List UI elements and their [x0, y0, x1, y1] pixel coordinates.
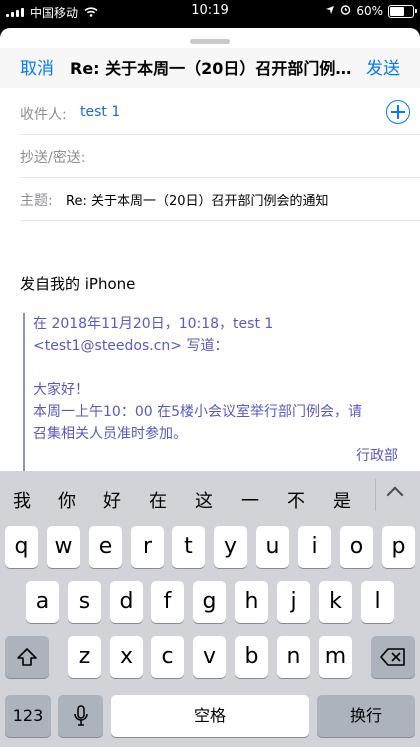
key-s[interactable]: s — [68, 581, 101, 623]
add-recipient-icon[interactable] — [386, 100, 410, 124]
cc-bcc-label: 抄送/密送: — [20, 150, 86, 166]
key-m[interactable]: m — [319, 636, 352, 678]
candidate-word[interactable]: 一 — [241, 487, 259, 513]
quote-header-line1: 在 2018年11月20日，10:18，test 1 — [33, 316, 274, 332]
quote-content-line1: 本周一上午10：00 在5楼小会议室举行部门例会，请 — [33, 404, 362, 420]
key-h[interactable]: h — [235, 581, 268, 623]
send-button[interactable]: 发送 — [366, 54, 400, 79]
backspace-key[interactable] — [371, 636, 415, 678]
candidate-word[interactable]: 这 — [195, 487, 213, 513]
dictation-key[interactable] — [58, 695, 103, 737]
key-w[interactable]: w — [47, 526, 80, 568]
shift-icon — [17, 648, 37, 666]
keyboard: 我 你 好 在 这 一 不 是 q w e r t y u i o p a s … — [0, 471, 420, 747]
sheet-grabber[interactable] — [190, 39, 230, 44]
key-y[interactable]: y — [214, 526, 247, 568]
key-d[interactable]: d — [110, 581, 143, 623]
microphone-icon — [73, 705, 88, 726]
quote-header-line2: <test1@steedos.cn> 写道： — [33, 338, 229, 354]
key-n[interactable]: n — [277, 636, 310, 678]
key-r[interactable]: r — [131, 526, 164, 568]
key-e[interactable]: e — [89, 526, 122, 568]
to-field[interactable]: 收件人: test 1 — [20, 92, 420, 135]
subject-field[interactable]: 主题: Re: 关于本周一（20日）召开部门例会的通知 — [20, 178, 420, 221]
candidate-word[interactable]: 不 — [287, 487, 305, 513]
expand-candidates-icon[interactable] — [386, 486, 404, 504]
cancel-button[interactable]: 取消 — [20, 54, 54, 79]
key-f[interactable]: f — [151, 581, 184, 623]
key-a[interactable]: a — [26, 581, 59, 623]
key-q[interactable]: q — [5, 526, 38, 568]
key-i[interactable]: i — [298, 526, 331, 568]
subject-label: 主题: — [20, 193, 53, 209]
location-icon — [325, 4, 335, 18]
return-key[interactable]: 换行 — [317, 695, 415, 737]
key-k[interactable]: k — [319, 581, 352, 623]
battery-percent: 60% — [356, 4, 383, 18]
cc-bcc-field[interactable]: 抄送/密送: — [20, 135, 420, 178]
candidate-word[interactable]: 在 — [149, 487, 167, 513]
key-l[interactable]: l — [361, 581, 394, 623]
battery-icon — [388, 4, 417, 18]
candidate-separator — [375, 479, 376, 511]
quote-sign-off: 行政部 — [356, 448, 398, 464]
key-x[interactable]: x — [110, 636, 143, 678]
key-g[interactable]: g — [193, 581, 226, 623]
key-z[interactable]: z — [68, 636, 101, 678]
quote-greeting: 大家好！ — [33, 382, 89, 398]
quoted-message[interactable]: 在 2018年11月20日，10:18，test 1 <test1@steedo… — [23, 313, 398, 473]
key-p[interactable]: p — [382, 526, 415, 568]
key-t[interactable]: t — [172, 526, 205, 568]
shift-key[interactable] — [5, 636, 49, 678]
compose-title: Re: 关于本周一（20日）召开部门例会的通知 — [70, 59, 352, 78]
candidate-word[interactable]: 是 — [333, 487, 351, 513]
recipient-token[interactable]: test 1 — [80, 104, 120, 120]
status-bar: 中国移动 10:19 60% — [0, 0, 420, 22]
candidate-word[interactable]: 我 — [13, 487, 31, 513]
key-u[interactable]: u — [256, 526, 289, 568]
backspace-icon — [380, 648, 405, 666]
numbers-key[interactable]: 123 — [5, 695, 51, 737]
subject-input[interactable]: Re: 关于本周一（20日）召开部门例会的通知 — [66, 190, 329, 209]
key-v[interactable]: v — [193, 636, 226, 678]
key-o[interactable]: o — [340, 526, 373, 568]
candidate-word[interactable]: 好 — [103, 487, 121, 513]
candidate-bar: 我 你 好 在 这 一 不 是 — [0, 471, 420, 521]
key-b[interactable]: b — [235, 636, 268, 678]
space-key[interactable]: 空格 — [111, 695, 309, 737]
to-label: 收件人: — [20, 107, 67, 123]
quote-content-line2: 召集相关人员准时参加。 — [33, 426, 187, 442]
compose-navbar: 取消 Re: 关于本周一（20日）召开部门例会的通知 发送 — [0, 48, 420, 88]
signature-text[interactable]: 发自我的 iPhone — [20, 273, 135, 294]
candidate-word[interactable]: 你 — [58, 487, 76, 513]
key-c[interactable]: c — [151, 636, 184, 678]
alarm-icon — [340, 4, 351, 18]
key-j[interactable]: j — [277, 581, 310, 623]
